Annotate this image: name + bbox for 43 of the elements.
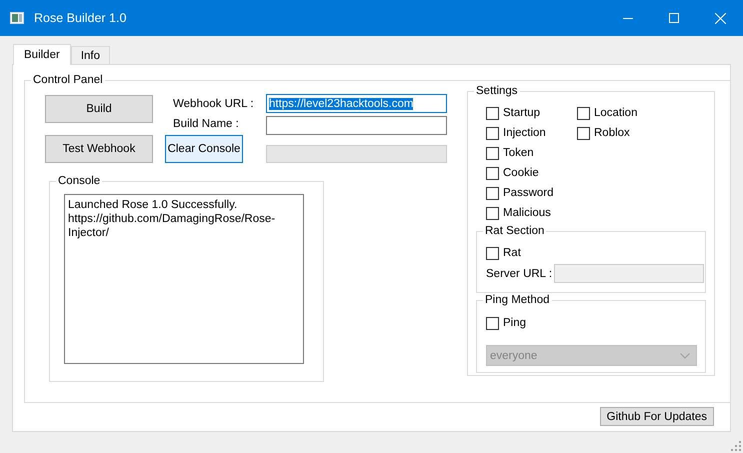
build-name-field[interactable] bbox=[266, 116, 447, 135]
checkbox-label: Startup bbox=[503, 107, 540, 119]
checkbox-label: Cookie bbox=[503, 167, 539, 179]
github-button[interactable]: Github For Updates bbox=[600, 407, 714, 426]
resize-grip-icon[interactable] bbox=[731, 441, 741, 451]
build-button[interactable]: Build bbox=[45, 95, 153, 123]
checkbox[interactable] bbox=[486, 186, 499, 200]
group-title: Console bbox=[57, 174, 102, 188]
field-label: Server URL : bbox=[486, 268, 552, 280]
checkbox[interactable] bbox=[486, 146, 499, 160]
checkbox-label: Location bbox=[594, 107, 638, 119]
checkbox-label: Token bbox=[503, 147, 534, 159]
checkbox-label: Injection bbox=[503, 127, 546, 139]
group-title: Settings bbox=[475, 84, 519, 98]
webhook-url-field[interactable]: https://level23hacktools.com bbox=[266, 94, 447, 113]
checkbox-label: Ping bbox=[503, 317, 526, 329]
tab[interactable]: Info bbox=[70, 46, 110, 64]
checkbox[interactable] bbox=[486, 206, 499, 220]
group-title: Rat Section bbox=[484, 224, 546, 238]
field-label: Webhook URL : bbox=[172, 98, 254, 110]
window-icon bbox=[10, 12, 24, 24]
console-output[interactable]: Launched Rose 1.0 Successfully. https://github.com/DamagingRose/Rose-Injector/ bbox=[64, 194, 304, 364]
close-icon bbox=[714, 12, 726, 24]
caret-icon bbox=[680, 352, 690, 358]
checkbox[interactable] bbox=[486, 126, 499, 140]
group-title: Control Panel bbox=[32, 73, 104, 87]
checkbox[interactable] bbox=[577, 106, 590, 120]
checkbox-label: Password bbox=[503, 187, 554, 199]
checkbox-label: Rat bbox=[503, 247, 521, 259]
clear-button[interactable]: Clear Console bbox=[165, 135, 243, 163]
checkbox-label: Malicious bbox=[503, 207, 551, 219]
checkbox[interactable] bbox=[577, 126, 590, 140]
checkbox[interactable] bbox=[486, 106, 499, 120]
checkbox[interactable] bbox=[486, 246, 499, 260]
test-button[interactable]: Test Webhook bbox=[45, 135, 153, 163]
checkbox[interactable] bbox=[486, 316, 499, 330]
group-title: Ping Method bbox=[484, 293, 551, 307]
maximize-icon bbox=[669, 13, 679, 23]
tab[interactable]: Builder bbox=[13, 44, 71, 65]
checkbox[interactable] bbox=[486, 166, 499, 180]
field-label: Build Name : bbox=[172, 118, 240, 130]
checkbox-label: Roblox bbox=[594, 127, 630, 139]
window-title: Rose Builder 1.0 bbox=[34, 11, 128, 25]
